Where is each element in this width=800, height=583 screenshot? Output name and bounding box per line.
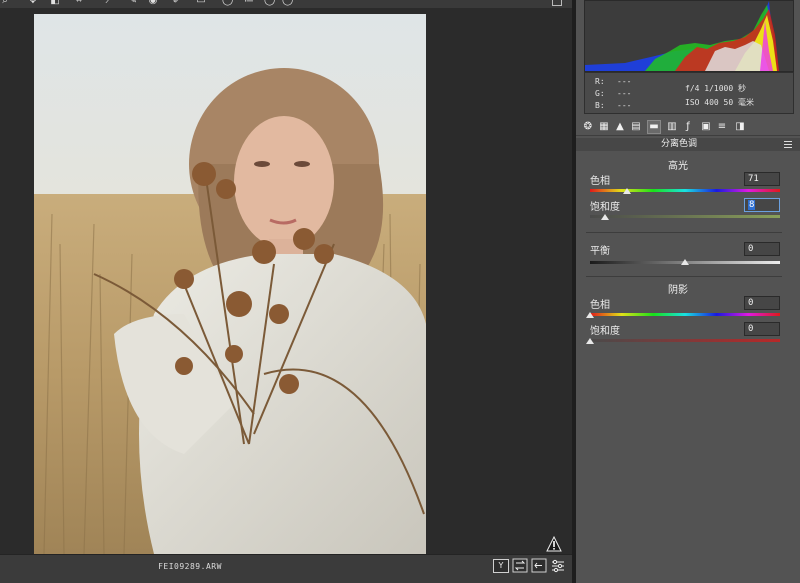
- highlights-hue-thumb[interactable]: [623, 188, 632, 194]
- status-bar: FEI09289.ARW Y: [0, 554, 572, 583]
- separator: [586, 276, 782, 277]
- radial-filter-tool-icon[interactable]: ◯: [222, 0, 233, 6]
- warning-icon[interactable]: [546, 536, 562, 552]
- view-settings-icon[interactable]: [550, 558, 566, 574]
- straighten-tool-icon[interactable]: ⟋: [104, 0, 114, 6]
- balance-label: 平衡: [590, 246, 610, 257]
- file-name: FEI09289.ARW: [158, 562, 222, 571]
- preferences-tool-icon[interactable]: ≔: [244, 0, 254, 6]
- camera-info: R: --- G: --- B: --- f/4 1/1000 秒 ISO 400 5…: [584, 72, 794, 114]
- fullscreen-icon[interactable]: [552, 0, 562, 6]
- iso-focal: ISO 400 50 毫米: [685, 98, 754, 107]
- brush-tool-icon[interactable]: ✐: [172, 0, 182, 6]
- histogram: [584, 0, 794, 72]
- separator: [586, 232, 782, 233]
- highlights-saturation-slider[interactable]: [590, 215, 780, 218]
- shadows-hue-slider[interactable]: [590, 313, 780, 316]
- tool-bar: ⌕ ✥ ◧ ⌗ ⟋ ✎ ◉ ✐ ▭ ◯ ≔ ◯ ◯: [0, 0, 572, 8]
- tab-hsl-icon[interactable]: ▤: [630, 121, 642, 133]
- tab-basic-icon[interactable]: ❂: [582, 121, 594, 133]
- adjustment-panel: R: --- G: --- B: --- f/4 1/1000 秒 ISO 400 5…: [576, 0, 800, 583]
- tab-effects-icon[interactable]: ƒ: [682, 121, 694, 133]
- swap-settings-icon[interactable]: [512, 558, 528, 574]
- histogram-graph: [585, 1, 779, 71]
- aperture-shutter: f/4 1/1000 秒: [685, 84, 746, 93]
- rotate-right-icon[interactable]: ◯: [282, 0, 293, 6]
- photo-image: [34, 14, 426, 554]
- tab-detail-icon[interactable]: ▲: [614, 121, 626, 133]
- menu-icon[interactable]: [784, 141, 792, 148]
- balance-input[interactable]: 0: [744, 242, 780, 256]
- tab-tone-curve-icon[interactable]: ▦: [598, 121, 610, 133]
- shadows-saturation-thumb[interactable]: [586, 338, 594, 344]
- panel-tabs: ❂ ▦ ▲ ▤ ▬ ▥ ƒ ▣ ≡ ◨: [576, 118, 800, 136]
- spot-removal-tool-icon[interactable]: ✎: [128, 0, 138, 6]
- white-balance-tool-icon[interactable]: ◧: [50, 0, 60, 6]
- section-header: 分离色调: [576, 138, 800, 151]
- shadows-saturation-label: 饱和度: [590, 326, 620, 337]
- photo-preview: [34, 14, 426, 554]
- shadows-saturation-slider[interactable]: [590, 339, 780, 342]
- before-after-button[interactable]: Y: [493, 559, 509, 573]
- shadows-hue-label: 色相: [590, 300, 610, 311]
- rotate-left-icon[interactable]: ◯: [264, 0, 275, 6]
- crop-tool-icon[interactable]: ⌗: [74, 0, 84, 6]
- rgb-row-g: G: ---: [595, 89, 632, 98]
- hand-tool-icon[interactable]: ✥: [28, 0, 38, 6]
- copy-settings-icon[interactable]: [531, 558, 547, 574]
- shadows-title: 阴影: [668, 285, 688, 296]
- section-title: 分离色调: [660, 139, 697, 149]
- tab-split-toning-icon[interactable]: ▬: [647, 120, 661, 134]
- shadows-hue-thumb[interactable]: [586, 312, 594, 318]
- highlights-hue-input[interactable]: 71: [744, 172, 780, 186]
- rgb-row-b: B: ---: [595, 101, 632, 110]
- highlights-title: 高光: [668, 161, 688, 172]
- red-eye-tool-icon[interactable]: ◉: [148, 0, 158, 6]
- shadows-hue-input[interactable]: 0: [744, 296, 780, 310]
- highlights-saturation-label: 饱和度: [590, 202, 620, 213]
- highlights-hue-label: 色相: [590, 176, 610, 187]
- rgb-row-r: R: ---: [595, 77, 632, 86]
- image-canvas[interactable]: [0, 8, 572, 554]
- tab-presets-icon[interactable]: ≡: [716, 121, 728, 133]
- tab-camera-calibration-icon[interactable]: ▣: [700, 121, 712, 133]
- highlights-hue-slider[interactable]: [590, 189, 780, 192]
- highlights-saturation-thumb[interactable]: [601, 214, 610, 220]
- graduated-filter-tool-icon[interactable]: ▭: [196, 0, 206, 6]
- tab-lens-icon[interactable]: ▥: [666, 121, 678, 133]
- balance-thumb[interactable]: [681, 259, 689, 265]
- highlights-saturation-input[interactable]: 8: [744, 198, 780, 212]
- tab-snapshots-icon[interactable]: ◨: [734, 121, 746, 133]
- zoom-tool-icon[interactable]: ⌕: [0, 0, 10, 6]
- shadows-saturation-input[interactable]: 0: [744, 322, 780, 336]
